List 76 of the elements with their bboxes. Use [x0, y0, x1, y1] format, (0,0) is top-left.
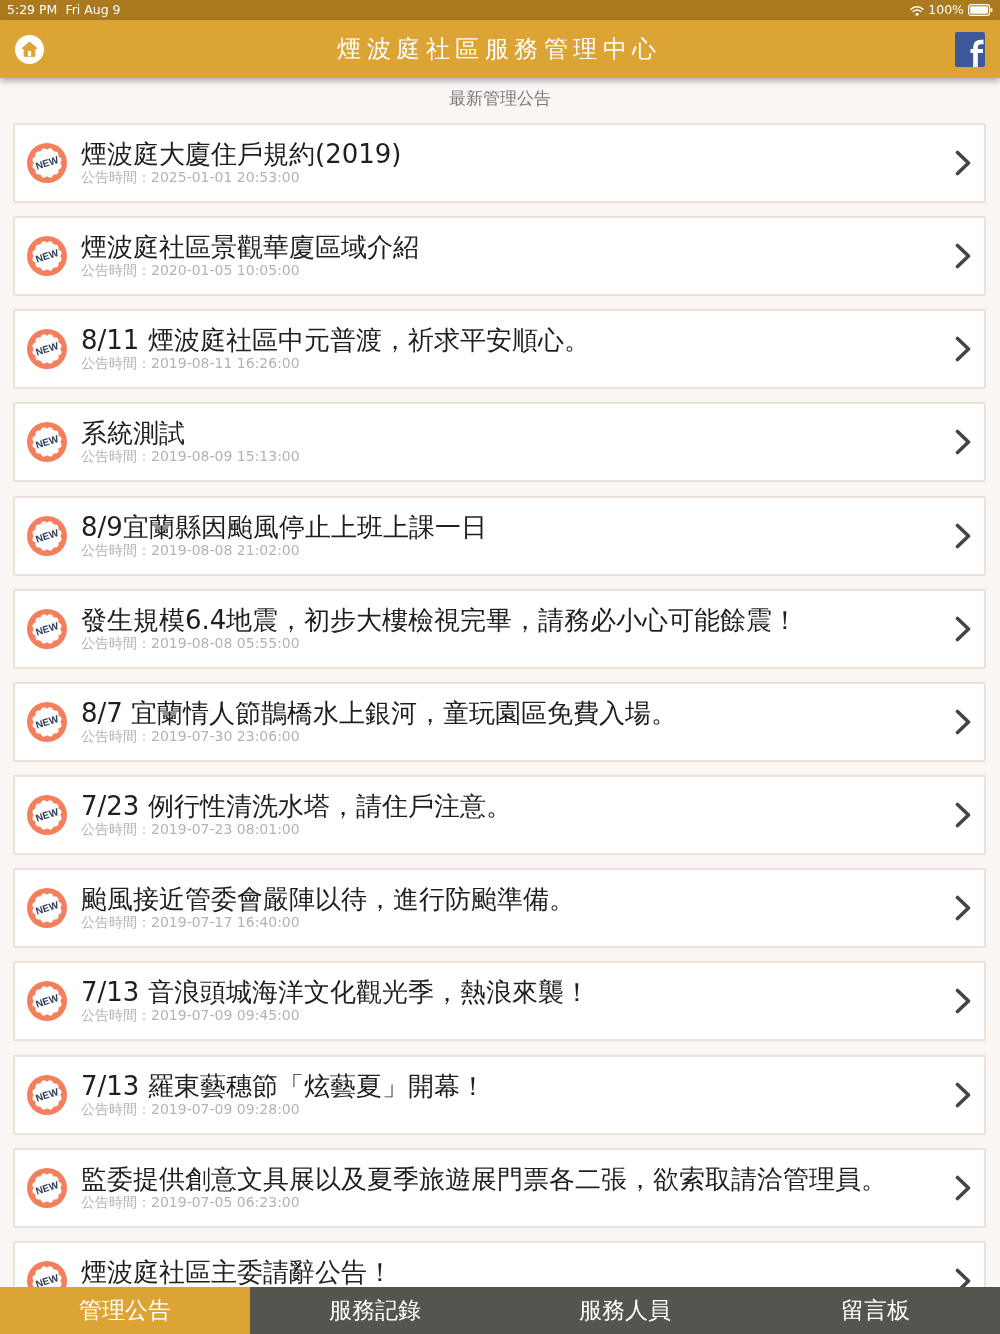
announcement-date: 公告時間：2019-08-08 21:02:00	[81, 541, 301, 559]
status-date: Fri Aug 9	[65, 0, 121, 19]
announcement-title: 8/11 煙波庭社區中元普渡，祈求平安順心。	[81, 325, 591, 356]
chevron-right-icon	[955, 802, 971, 829]
facebook-button[interactable]	[955, 31, 985, 67]
announcement-date: 公告時間：2019-08-09 15:13:00	[81, 448, 301, 466]
announcement-title: 8/7 宜蘭情人節鵲橋水上銀河，童玩園區免費入場。	[81, 697, 679, 728]
chevron-right-icon	[955, 988, 971, 1015]
chevron-right-icon	[955, 1174, 971, 1201]
announcement-item[interactable]: NEW 8/11 煙波庭社區中元普渡，祈求平安順心。 公告時間：2019-08-11 16:26:00	[13, 309, 986, 390]
announcement-date: 公告時間：2019-07-30 23:06:00	[81, 727, 301, 745]
announcement-date: 公告時間：2019-07-09 09:28:00	[81, 1100, 301, 1118]
battery-icon	[968, 4, 993, 16]
announcement-item[interactable]: NEW 7/13 羅東藝穗節「炫藝夏」開幕！ 公告時間：2019-07-09 09:28:00	[13, 1054, 986, 1135]
section-title: 最新管理公告	[449, 89, 551, 109]
new-badge-icon: NEW	[27, 236, 67, 277]
announcement-title: 颱風接近管委會嚴陣以待，進行防颱準備。	[81, 884, 576, 915]
battery-percent: 100%	[928, 0, 964, 19]
announcement-date: 公告時間：2019-08-08 05:55:00	[81, 634, 301, 652]
announcement-title: 煙波庭社區主委請辭公告！	[81, 1256, 394, 1287]
tab[interactable]: 服務人員	[500, 1287, 750, 1334]
announcement-title: 7/13 羅東藝穗節「炫藝夏」開幕！	[81, 1070, 487, 1101]
announcement-item[interactable]: NEW 颱風接近管委會嚴陣以待，進行防颱準備。 公告時間：2019-07-17 16:40:00	[13, 868, 986, 949]
announcement-title: 系統測試	[81, 418, 186, 449]
announcement-title: 7/23 例行性清洗水塔，請住戶注意。	[81, 791, 513, 822]
announcement-item[interactable]: NEW 煙波庭社區主委請辭公告！	[13, 1240, 986, 1287]
announcement-title: 監委提供創意文具展以及夏季旅遊展門票各二張，欲索取請洽管理員。	[81, 1163, 888, 1194]
new-badge-icon: NEW	[27, 515, 67, 556]
announcement-item[interactable]: NEW 發生規模6.4地震，初步大樓檢視完畢，請務必小心可能餘震！ 公告時間：2019-08-08 05:55:00	[13, 588, 986, 669]
new-badge-icon: NEW	[27, 329, 67, 370]
announcement-title: 煙波庭大廈住戶規約(2019)	[81, 139, 403, 169]
announcement-item[interactable]: NEW 7/13 音浪頭城海洋文化觀光季，熱浪來襲！ 公告時間：2019-07-09 09:45:00	[13, 961, 986, 1042]
tab[interactable]: 留言板	[750, 1287, 1000, 1334]
announcement-item[interactable]: NEW 8/9宜蘭縣因颱風停止上班上課一日 公告時間：2019-08-08 21:02:00	[13, 495, 986, 576]
chevron-right-icon	[955, 243, 971, 270]
announcement-date: 公告時間：2020-01-05 10:05:00	[81, 262, 301, 280]
chevron-right-icon	[955, 429, 971, 456]
announcement-item[interactable]: NEW 監委提供創意文具展以及夏季旅遊展門票各二張，欲索取請洽管理員。 公告時間：2019-07-05 06:23:00	[13, 1147, 986, 1228]
announcement-title: 7/13 音浪頭城海洋文化觀光季，熱浪來襲！	[81, 977, 591, 1008]
announcement-date: 公告時間：2019-07-09 09:45:00	[81, 1007, 301, 1025]
wifi-icon	[910, 4, 925, 16]
announcement-date: 公告時間：2019-08-11 16:26:00	[81, 355, 301, 373]
announcement-title: 發生規模6.4地震，初步大樓檢視完畢，請務必小心可能餘震！	[81, 604, 800, 635]
chevron-right-icon	[955, 895, 971, 922]
facebook-icon	[955, 31, 985, 67]
announcement-date: 公告時間：2019-07-05 06:23:00	[81, 1193, 301, 1211]
announcement-item[interactable]: NEW 煙波庭大廈住戶規約(2019) 公告時間：2025-01-01 20:53:00	[13, 123, 986, 203]
new-badge-icon: NEW	[27, 888, 67, 929]
chevron-right-icon	[955, 1081, 971, 1108]
new-badge-icon: NEW	[27, 1074, 67, 1115]
chevron-right-icon	[955, 336, 971, 363]
announcement-item[interactable]: NEW 煙波庭社區景觀華廈區域介紹 公告時間：2020-01-05 10:05:00	[13, 216, 986, 297]
new-badge-icon: NEW	[27, 143, 67, 183]
announcement-title: 8/9宜蘭縣因颱風停止上班上課一日	[81, 511, 488, 542]
new-badge-icon: NEW	[27, 981, 67, 1022]
announcement-date: 公告時間：2019-07-23 08:01:00	[81, 821, 301, 839]
new-badge-icon: NEW	[27, 1167, 67, 1208]
tab[interactable]: 服務記錄	[250, 1287, 500, 1334]
chevron-right-icon	[955, 615, 971, 642]
chevron-right-icon	[955, 150, 971, 176]
announcement-date: 公告時間：2025-01-01 20:53:00	[81, 169, 301, 186]
home-icon	[15, 34, 44, 64]
new-badge-icon: NEW	[27, 422, 67, 463]
new-badge-icon: NEW	[27, 795, 67, 836]
announcement-date: 公告時間：2019-07-17 16:40:00	[81, 914, 301, 932]
status-time: 5:29 PM	[7, 0, 58, 19]
app-title: 煙波庭社區服務管理中心	[337, 34, 662, 63]
new-badge-icon: NEW	[27, 701, 67, 742]
chevron-right-icon	[955, 1267, 971, 1287]
announcement-title: 煙波庭社區景觀華廈區域介紹	[81, 232, 420, 263]
announcement-item[interactable]: NEW 系統測試 公告時間：2019-08-09 15:13:00	[13, 402, 986, 483]
chevron-right-icon	[955, 522, 971, 549]
chevron-right-icon	[955, 708, 971, 735]
new-badge-icon: NEW	[27, 608, 67, 649]
announcement-item[interactable]: NEW 8/7 宜蘭情人節鵲橋水上銀河，童玩園區免費入場。 公告時間：2019-07-30 23:06:00	[13, 681, 986, 762]
announcement-item[interactable]: NEW 7/23 例行性清洗水塔，請住戶注意。 公告時間：2019-07-23 08:01:00	[13, 775, 986, 856]
